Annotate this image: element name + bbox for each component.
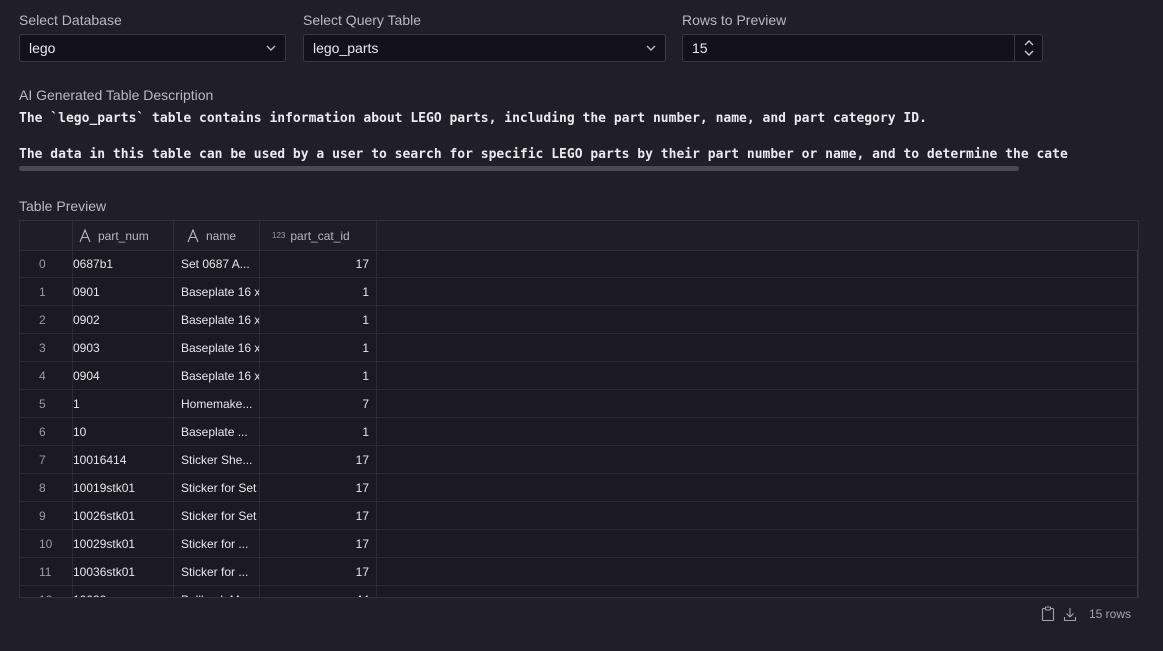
table-row[interactable]: 1 0901 Baseplate 16 x1 [20, 278, 1138, 306]
table-row[interactable]: 0 0687b1 Set 0687 A... 17 [20, 250, 1138, 278]
cell-part-cat-id[interactable]: 1 [260, 334, 377, 361]
cell-part-num[interactable]: 10019stk01 [73, 474, 174, 501]
cell-part-num[interactable]: 10 [73, 418, 174, 445]
row-index: 1 [20, 278, 73, 305]
cell-name[interactable]: Sticker for ... [174, 530, 260, 557]
column-header-part-cat-id[interactable]: 123 part_cat_id [260, 221, 377, 250]
cell-part-num[interactable]: 1 [73, 390, 174, 417]
table-row[interactable]: 4 0904 Baseplate 16 x1 [20, 362, 1138, 390]
cell-name[interactable]: Sticker for ... [174, 558, 260, 585]
cell-part-cat-id[interactable]: 44 [260, 586, 377, 597]
cell-part-cat-id[interactable]: 1 [260, 418, 377, 445]
chevron-down-icon [266, 45, 276, 51]
chevron-down-icon [646, 45, 656, 51]
cell-name[interactable]: Sticker She... [174, 446, 260, 473]
column-header-part-num[interactable]: part_num [73, 221, 174, 250]
cell-name[interactable]: Set 0687 A... [174, 250, 260, 277]
text-type-icon [79, 228, 91, 242]
row-index: 5 [20, 390, 73, 417]
table-row[interactable]: 1210039Pullback M...44 [20, 586, 1138, 597]
table-row[interactable]: 3 0903 Baseplate 16 x1 [20, 334, 1138, 362]
download-icon[interactable] [1063, 606, 1077, 622]
database-select-value: lego [29, 40, 56, 56]
table-row[interactable]: 6 10 Baseplate ... 1 [20, 418, 1138, 446]
row-index: 6 [20, 418, 73, 445]
cell-name[interactable]: Sticker for Set [174, 474, 260, 501]
numeric-type-icon: 123 [272, 231, 286, 240]
description-scrollbar[interactable] [19, 166, 1019, 171]
cell-name[interactable]: Homemake... [174, 390, 260, 417]
row-index: 9 [20, 502, 73, 529]
table-row[interactable]: 11 10036stk01 Sticker for ... 17 [20, 558, 1138, 586]
description-label: AI Generated Table Description [19, 87, 214, 103]
cell-name[interactable]: Baseplate ... [174, 418, 260, 445]
cell-part-cat-id[interactable]: 1 [260, 362, 377, 389]
cell-name[interactable]: Baseplate 16 x [174, 362, 260, 389]
cell-part-cat-id[interactable]: 17 [260, 530, 377, 557]
column-header-name[interactable]: name [174, 221, 260, 250]
table-preview-label: Table Preview [19, 198, 107, 214]
description-line-2: The data in this table can be used by a … [19, 147, 1068, 162]
row-index: 0 [20, 250, 73, 277]
grid-header: part_num name 123 part_cat_id [20, 221, 1138, 251]
row-index: 4 [20, 362, 73, 389]
cell-part-num[interactable]: 10036stk01 [73, 558, 174, 585]
row-index: 11 [20, 558, 73, 585]
row-index: 8 [20, 474, 73, 501]
grid-footer: 15 rows [1041, 606, 1131, 622]
cell-part-cat-id[interactable]: 17 [260, 446, 377, 473]
cell-name[interactable]: Pullback M... [174, 586, 260, 597]
row-index: 10 [20, 530, 73, 557]
database-label: Select Database [19, 12, 122, 28]
cell-name[interactable]: Sticker for Set [174, 502, 260, 529]
rows-stepper[interactable] [1014, 35, 1042, 61]
table-row[interactable]: 5 1 Homemake... 7 [20, 390, 1138, 418]
row-index: 12 [20, 586, 73, 597]
query-table-label: Select Query Table [303, 12, 422, 28]
table-row[interactable]: 10 10029stk01 Sticker for ... 17 [20, 530, 1138, 558]
table-row[interactable]: 9 10026stk01 Sticker for Set 17 [20, 502, 1138, 530]
text-type-icon [187, 228, 199, 242]
cell-part-num[interactable]: 10016414 [73, 446, 174, 473]
row-index: 2 [20, 306, 73, 333]
cell-part-cat-id[interactable]: 1 [260, 278, 377, 305]
rows-preview-input[interactable]: 15 [682, 34, 1043, 62]
cell-part-cat-id[interactable]: 17 [260, 502, 377, 529]
cell-name[interactable]: Baseplate 16 x [174, 306, 260, 333]
cell-part-cat-id[interactable]: 17 [260, 558, 377, 585]
data-grid: part_num name 123 part_cat_id 0 0687b1 Set… [19, 220, 1139, 598]
cell-part-num[interactable]: 10039 [73, 586, 174, 597]
clipboard-icon[interactable] [1041, 606, 1055, 622]
query-table-select-value: lego_parts [313, 40, 379, 56]
rows-preview-value: 15 [692, 40, 708, 56]
cell-part-num[interactable]: 0903 [73, 334, 174, 361]
cell-part-num[interactable]: 0687b1 [73, 250, 174, 277]
cell-name[interactable]: Baseplate 16 x [174, 334, 260, 361]
cell-name[interactable]: Baseplate 16 x [174, 278, 260, 305]
cell-part-num[interactable]: 10029stk01 [73, 530, 174, 557]
cell-part-cat-id[interactable]: 17 [260, 474, 377, 501]
grid-scrollbar[interactable] [1137, 250, 1138, 597]
cell-part-cat-id[interactable]: 17 [260, 250, 377, 277]
cell-part-num[interactable]: 0902 [73, 306, 174, 333]
index-header [20, 221, 73, 250]
row-index: 3 [20, 334, 73, 361]
database-select[interactable]: lego [19, 34, 286, 62]
row-index: 7 [20, 446, 73, 473]
cell-part-num[interactable]: 0901 [73, 278, 174, 305]
table-row[interactable]: 8 10019stk01 Sticker for Set 17 [20, 474, 1138, 502]
table-row[interactable]: 2 0902 Baseplate 16 x1 [20, 306, 1138, 334]
table-row[interactable]: 7 10016414 Sticker She... 17 [20, 446, 1138, 474]
query-table-select[interactable]: lego_parts [303, 34, 666, 62]
cell-part-cat-id[interactable]: 7 [260, 390, 377, 417]
cell-part-cat-id[interactable]: 1 [260, 306, 377, 333]
cell-part-num[interactable]: 0904 [73, 362, 174, 389]
stepper-arrows-icon[interactable] [1023, 39, 1035, 57]
rows-preview-label: Rows to Preview [682, 12, 787, 28]
description-line-1: The `lego_parts` table contains informat… [19, 111, 927, 126]
cell-part-num[interactable]: 10026stk01 [73, 502, 174, 529]
row-count: 15 rows [1088, 607, 1131, 621]
